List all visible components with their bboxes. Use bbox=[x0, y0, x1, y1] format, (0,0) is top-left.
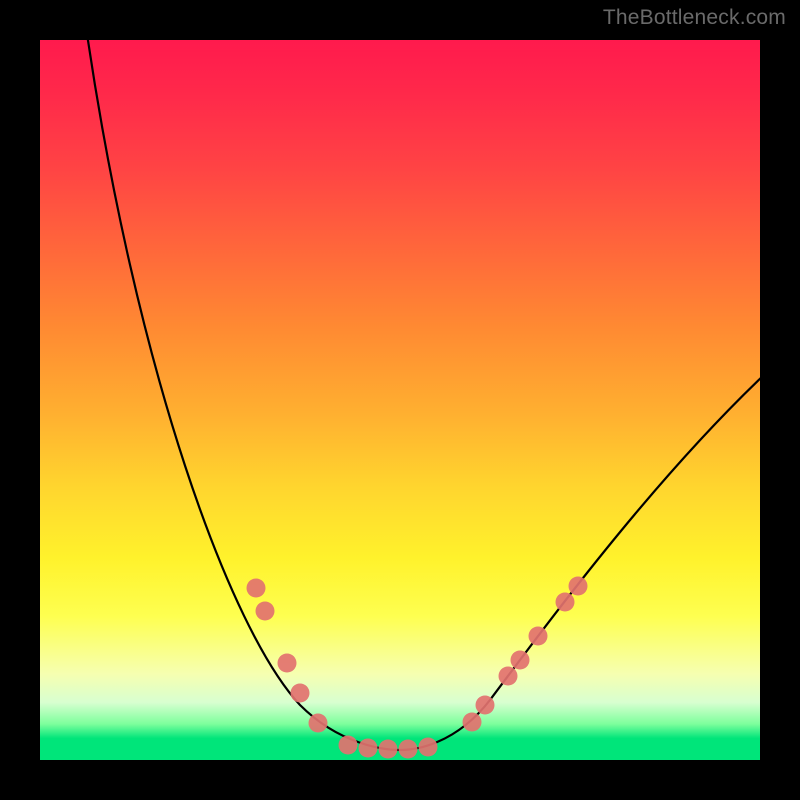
chart-frame: TheBottleneck.com bbox=[0, 0, 800, 800]
curve-marker bbox=[291, 684, 310, 703]
curve-marker bbox=[339, 736, 358, 755]
curve-marker bbox=[499, 667, 518, 686]
curve-marker bbox=[379, 740, 398, 759]
curve-marker bbox=[419, 738, 438, 757]
curve-marker bbox=[529, 627, 548, 646]
bottleneck-curve bbox=[85, 40, 760, 750]
curve-marker bbox=[569, 577, 588, 596]
curve-marker bbox=[278, 654, 297, 673]
watermark-text: TheBottleneck.com bbox=[603, 6, 786, 30]
curve-marker bbox=[511, 651, 530, 670]
plot-area bbox=[40, 40, 760, 760]
curve-marker bbox=[256, 602, 275, 621]
curve-marker bbox=[247, 579, 266, 598]
curve-marker bbox=[476, 696, 495, 715]
curve-marker bbox=[359, 739, 378, 758]
curve-markers bbox=[247, 577, 588, 759]
curve-marker bbox=[309, 714, 328, 733]
curve-marker bbox=[463, 713, 482, 732]
curve-marker bbox=[399, 740, 418, 759]
chart-svg bbox=[40, 40, 760, 760]
curve-marker bbox=[556, 593, 575, 612]
